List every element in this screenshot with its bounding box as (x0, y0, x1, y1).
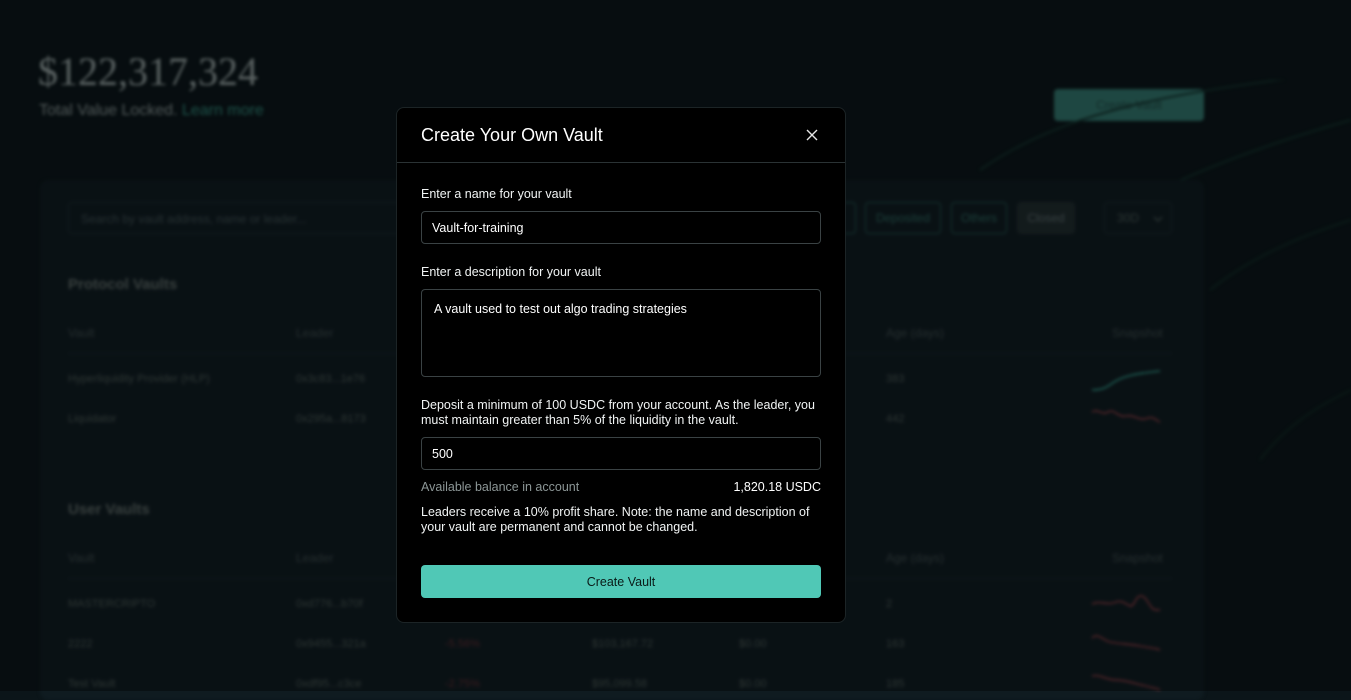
create-vault-button[interactable]: Create Vault (421, 565, 821, 598)
balance-value: 1,820.18 USDC (733, 480, 821, 494)
vault-description-label: Enter a description for your vault (421, 265, 601, 279)
close-button[interactable] (801, 124, 823, 146)
deposit-amount-input[interactable] (421, 437, 821, 470)
modal-header: Create Your Own Vault (397, 108, 845, 163)
profit-share-note: Leaders receive a 10% profit share. Note… (421, 505, 810, 534)
balance-label: Available balance in account (421, 480, 580, 494)
deposit-label: Deposit a minimum of 100 USDC from your … (421, 398, 815, 427)
close-icon (806, 129, 818, 141)
vault-name-input[interactable] (421, 211, 821, 244)
modal-title: Create Your Own Vault (421, 125, 603, 145)
balance-row: Available balance in account 1,820.18 US… (421, 480, 821, 496)
create-vault-modal: Create Your Own Vault Enter a name for y… (396, 107, 846, 623)
vault-name-label: Enter a name for your vault (421, 187, 572, 201)
vault-description-input[interactable]: A vault used to test out algo trading st… (421, 289, 821, 377)
